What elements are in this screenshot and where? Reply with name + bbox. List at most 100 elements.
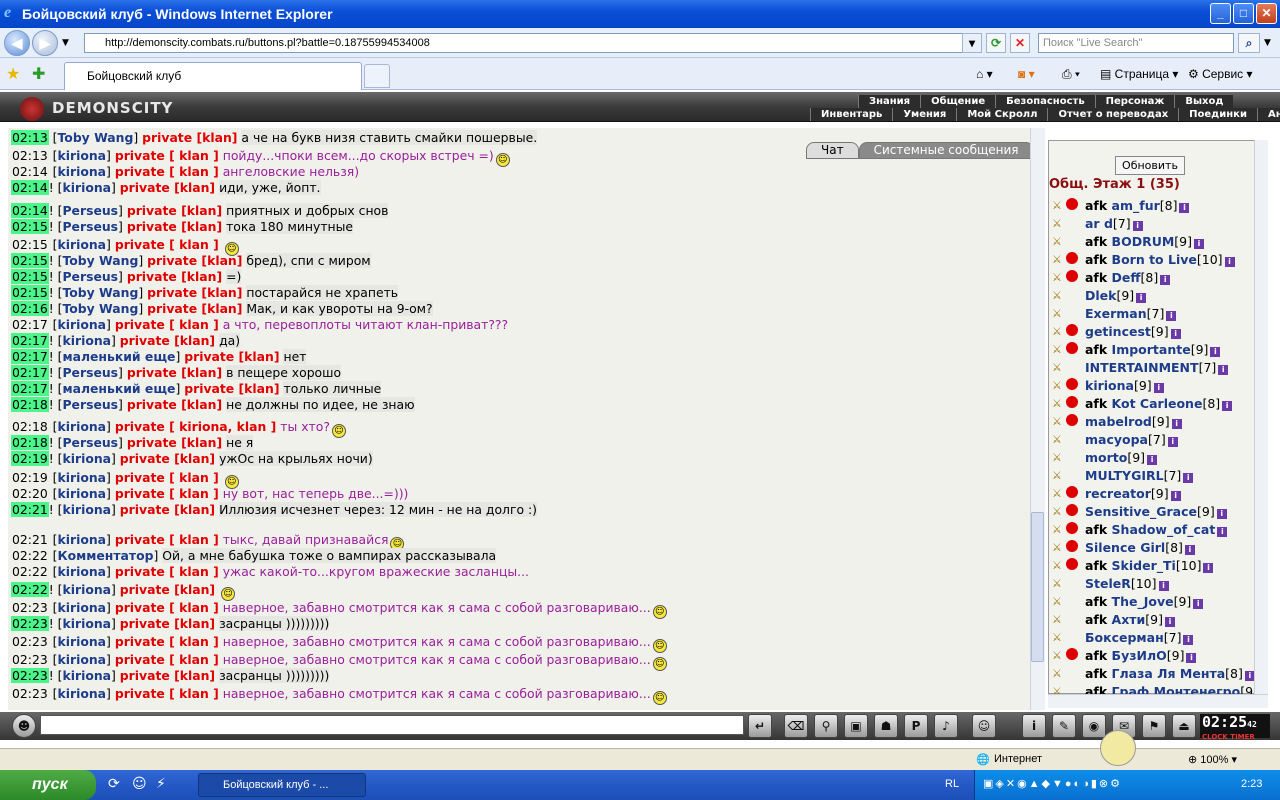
chat-private-tag[interactable]: private [klan] xyxy=(127,435,222,450)
chat-private-tag[interactable]: private [klan] xyxy=(147,301,242,316)
chat-nick[interactable]: kiriona xyxy=(58,419,107,434)
online-user[interactable]: ⚔ afk Importante[9] i xyxy=(1052,342,1221,360)
private-message-icon[interactable]: ⚔ xyxy=(1052,398,1066,410)
chat-private-tag[interactable]: private [klan] xyxy=(120,616,215,631)
user-nick[interactable]: INTERTAINMENT xyxy=(1085,360,1199,375)
user-info-icon[interactable]: i xyxy=(1170,329,1181,339)
user-info-icon[interactable]: i xyxy=(1171,419,1182,429)
chat-private-tag[interactable]: private [klan] xyxy=(120,180,215,195)
chat-nick[interactable]: kiriona xyxy=(58,317,107,332)
private-message-icon[interactable]: ⚔ xyxy=(1052,470,1066,482)
stop-icon[interactable]: ✕ xyxy=(1010,33,1030,53)
online-user[interactable]: ⚔ afk Kot Carleone[8] i xyxy=(1052,396,1233,414)
online-user[interactable]: ⚔ afk am_fur[8] i xyxy=(1052,198,1190,216)
user-info-icon[interactable]: i xyxy=(1218,365,1229,375)
address-input[interactable]: http://demonscity.combats.ru/buttons.pl?… xyxy=(84,33,978,53)
user-info-icon[interactable]: i xyxy=(1179,203,1190,213)
maximize-button[interactable]: □ xyxy=(1233,3,1254,24)
search-options-icon[interactable]: ▼ xyxy=(1264,38,1271,48)
online-user[interactable]: ⚔ MULTYGIRL[7] i xyxy=(1052,468,1194,486)
user-info-icon[interactable]: i xyxy=(1210,347,1221,357)
close-button[interactable]: ✕ xyxy=(1256,3,1277,24)
private-message-icon[interactable]: ⚔ xyxy=(1052,290,1066,302)
user-info-icon[interactable]: i xyxy=(1244,671,1254,681)
user-nick[interactable]: БузИлО xyxy=(1112,648,1167,663)
user-nick[interactable]: SteleR xyxy=(1085,576,1131,591)
new-tab-button[interactable] xyxy=(364,64,390,88)
online-user[interactable]: ⚔ afk Shadow_of_cat i xyxy=(1052,522,1228,540)
menu-communication[interactable]: Общение xyxy=(920,95,995,108)
chat-nick[interactable]: Toby Wang xyxy=(58,130,134,145)
tab-system-messages[interactable]: Системные сообщения xyxy=(858,142,1034,159)
menu-inventory[interactable]: Инвентарь xyxy=(810,108,892,121)
user-info-icon[interactable]: i xyxy=(1153,383,1164,393)
private-message-icon[interactable]: ⚔ xyxy=(1052,434,1066,446)
chat-scroll-thumb[interactable] xyxy=(1031,512,1044,662)
chat-private-tag[interactable]: private [klan] xyxy=(120,668,215,683)
save-log-icon[interactable]: ▣ xyxy=(844,714,868,738)
user-info-icon[interactable]: i xyxy=(1193,599,1204,609)
chat-private-tag[interactable]: private [ klan ] xyxy=(115,470,219,485)
private-message-icon[interactable]: ⚔ xyxy=(1052,272,1066,284)
flag-icon[interactable]: ⚑ xyxy=(1142,714,1166,738)
user-nick[interactable]: The_Jove xyxy=(1112,594,1174,609)
private-message-icon[interactable]: ⚔ xyxy=(1052,542,1066,554)
user-info-icon[interactable]: i xyxy=(1183,635,1194,645)
user-nick[interactable]: Глаза Ля Мента xyxy=(1112,666,1226,681)
language-indicator[interactable]: RL xyxy=(945,778,959,790)
private-message-icon[interactable]: ⚔ xyxy=(1052,578,1066,590)
menu-security[interactable]: Безопасность xyxy=(995,95,1095,108)
private-message-icon[interactable]: ⚔ xyxy=(1052,362,1066,374)
quicklaunch-ie-icon[interactable]: ⟳ xyxy=(108,776,120,792)
quicklaunch-messenger-icon[interactable]: ☺ xyxy=(132,776,147,792)
chat-private-tag[interactable]: private [klan] xyxy=(120,333,215,348)
chat-private-tag[interactable]: private [ klan ] xyxy=(115,686,219,701)
chat-nick[interactable]: Perseus xyxy=(62,269,118,284)
user-nick[interactable]: Dlek xyxy=(1085,288,1116,303)
user-nick[interactable]: ar d xyxy=(1085,216,1113,231)
forward-button[interactable]: ▶ xyxy=(32,30,58,56)
info-icon[interactable]: i xyxy=(1022,714,1046,738)
menu-battles[interactable]: Поединки xyxy=(1178,108,1257,121)
chat-private-tag[interactable]: private [klan] xyxy=(120,502,215,517)
user-nick[interactable]: Боксерман xyxy=(1085,630,1164,645)
user-nick[interactable]: recreator xyxy=(1085,486,1151,501)
send-icon[interactable]: ↵ xyxy=(748,714,772,738)
user-info-icon[interactable]: i xyxy=(1158,581,1169,591)
online-user[interactable]: ⚔ afk BODRUM[9] i xyxy=(1052,234,1205,252)
chat-private-tag[interactable]: private [ klan ] xyxy=(115,486,219,501)
online-user[interactable]: ⚔ getincest[9] i xyxy=(1052,324,1181,342)
refresh-icon[interactable]: ⟳ xyxy=(986,33,1006,53)
chat-nick[interactable]: Perseus xyxy=(62,219,118,234)
chat-nick[interactable]: kiriona xyxy=(58,486,107,501)
online-user[interactable]: ⚔ Sensitive_Grace[9] i xyxy=(1052,504,1227,522)
chat-private-tag[interactable]: private [ kiriona, klan ] xyxy=(115,419,277,434)
chat-nick[interactable]: Toby Wang xyxy=(62,301,138,316)
online-user[interactable]: ⚔ afk БузИлО[9] i xyxy=(1052,648,1197,666)
service-menu[interactable]: ⚙ Сервис ▾ xyxy=(1188,64,1253,84)
chat-nick[interactable]: kiriona xyxy=(58,470,107,485)
user-info-icon[interactable]: i xyxy=(1203,563,1214,573)
user-info-icon[interactable]: i xyxy=(1222,401,1233,411)
chat-nick[interactable]: kiriona xyxy=(58,634,107,649)
private-message-icon[interactable]: ⚔ xyxy=(1052,668,1066,680)
private-message-icon[interactable]: ⚔ xyxy=(1052,650,1066,662)
chat-nick[interactable]: Perseus xyxy=(62,203,118,218)
chat-nick[interactable]: kiriona xyxy=(62,616,111,631)
online-user[interactable]: ⚔ ar d[7] i xyxy=(1052,216,1143,234)
online-user[interactable]: ⚔ afk The_Jove[9] i xyxy=(1052,594,1204,612)
chat-private-tag[interactable]: private [klan] xyxy=(147,285,242,300)
online-user[interactable]: ⚔ mabelrod[9] i xyxy=(1052,414,1182,432)
chat-nick[interactable]: Комментатор xyxy=(58,548,154,563)
private-message-icon[interactable]: ⚔ xyxy=(1052,632,1066,644)
online-user[interactable]: ⚔afk Граф Монтенегро[9]i xyxy=(1052,684,1254,694)
chat-private-tag[interactable]: private [klan] xyxy=(120,451,215,466)
chat-nick[interactable]: kiriona xyxy=(58,686,107,701)
online-user[interactable]: ⚔ Dlek[9] i xyxy=(1052,288,1147,306)
private-message-icon[interactable]: ⚔ xyxy=(1052,416,1066,428)
chat-nick[interactable]: kiriona xyxy=(58,532,107,547)
address-dropdown-icon[interactable]: ▾ xyxy=(962,33,982,53)
online-user[interactable]: ⚔ afk Skider_Ti[10] i xyxy=(1052,558,1214,576)
user-nick[interactable]: Exerman xyxy=(1085,306,1147,321)
chat-private-tag[interactable]: private [klan] xyxy=(142,130,237,145)
